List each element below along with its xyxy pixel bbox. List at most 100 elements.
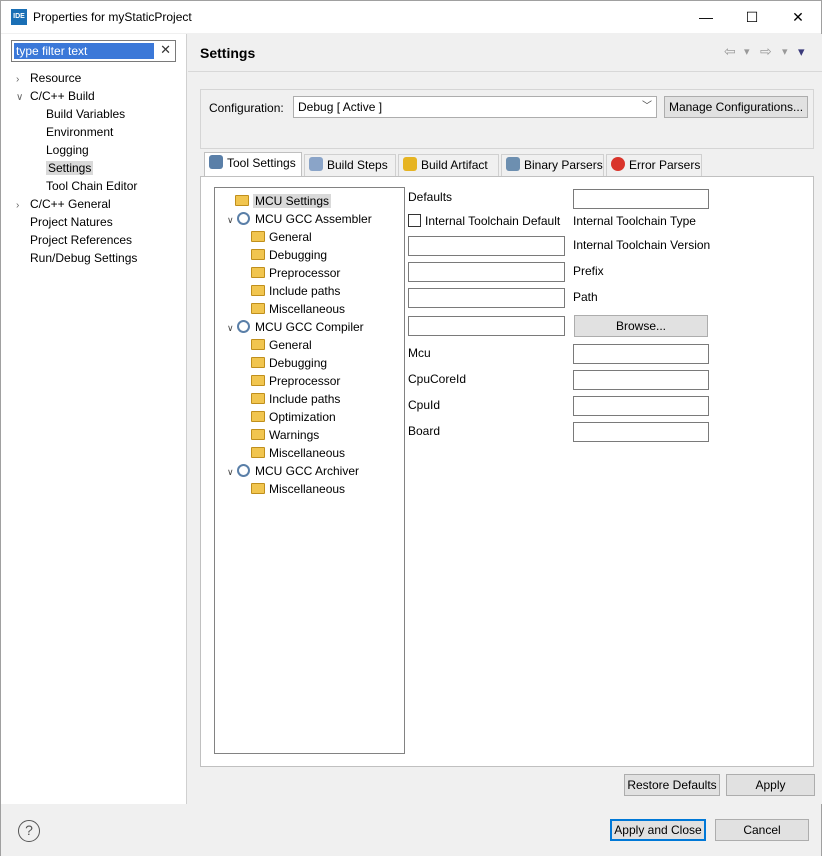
settings-page: Settings ⇦ ▾ ⇨ ▾ ▾ Configuration: Debug … — [188, 34, 822, 804]
nav-item[interactable]: Logging — [46, 141, 89, 159]
configuration-value: Debug [ Active ] — [298, 100, 383, 114]
tree-node[interactable]: Debugging — [251, 354, 327, 372]
nav-item[interactable]: Tool Chain Editor — [46, 177, 137, 195]
manage-configurations-button[interactable]: Manage Configurations... — [664, 96, 808, 118]
tree-node[interactable]: ∨ MCU GCC Compiler — [227, 318, 364, 336]
tree-node[interactable]: Warnings — [251, 426, 319, 444]
chevron-down-icon: ﹀ — [642, 101, 652, 112]
help-icon[interactable]: ? — [18, 820, 40, 842]
tree-node[interactable]: Preprocessor — [251, 264, 340, 282]
filter-input[interactable] — [14, 43, 154, 59]
tree-node[interactable]: MCU Settings — [235, 192, 332, 210]
board-label: Board — [408, 424, 441, 438]
prefix-field[interactable] — [408, 262, 565, 282]
tree-node[interactable]: ∨ MCU GCC Archiver — [227, 462, 359, 480]
tab-tool-settings[interactable]: Tool Settings — [204, 152, 302, 176]
tree-node-label: Include paths — [269, 392, 341, 406]
defaults-field[interactable] — [573, 189, 709, 209]
mcu-label: Mcu — [408, 346, 431, 360]
nav-item[interactable]: Build Variables — [46, 105, 125, 123]
internal-toolchain-default-checkbox[interactable] — [408, 214, 421, 227]
tree-node[interactable]: Miscellaneous — [251, 480, 345, 498]
back-arrow-icon[interactable]: ⇦ — [724, 43, 736, 60]
tool-gear-icon — [237, 320, 250, 333]
path-field[interactable] — [408, 288, 565, 308]
internal-toolchain-version-field[interactable] — [408, 236, 565, 256]
cpuid-field[interactable] — [573, 396, 709, 416]
tree-node-label: General — [269, 338, 312, 352]
tree-node-label: MCU Settings — [253, 194, 332, 208]
view-menu-icon[interactable]: ▾ — [798, 44, 805, 60]
nav-item[interactable]: › Resource — [16, 69, 81, 87]
apply-button[interactable]: Apply — [726, 774, 815, 796]
tab-label: Binary Parsers — [524, 158, 603, 172]
nav-item[interactable]: › C/C++ General — [16, 195, 111, 213]
option-folder-icon — [251, 483, 265, 494]
maximize-button[interactable]: ☐ — [729, 1, 775, 33]
mcu-field[interactable] — [573, 344, 709, 364]
title-bar: IDE Properties for myStaticProject — ☐ ✕ — [1, 1, 821, 33]
browse-button[interactable]: Browse... — [574, 315, 708, 337]
tree-node[interactable]: General — [251, 336, 312, 354]
tree-node-label: Preprocessor — [269, 374, 341, 388]
option-folder-icon — [251, 447, 265, 458]
cpucoreid-field[interactable] — [573, 370, 709, 390]
board-field[interactable] — [573, 422, 709, 442]
nav-item[interactable]: Project References — [16, 231, 132, 249]
path-label: Path — [573, 290, 598, 304]
nav-item-label: Build Variables — [46, 107, 126, 121]
internal-default-checkbox-row[interactable]: Internal Toolchain Default — [408, 214, 560, 228]
tree-node[interactable]: General — [251, 228, 312, 246]
tree-node-label: Include paths — [269, 284, 341, 298]
chevron-down-icon[interactable]: ∨ — [227, 319, 237, 337]
tree-node[interactable]: Include paths — [251, 282, 340, 300]
option-folder-icon — [251, 267, 265, 278]
chevron-down-icon[interactable]: ∨ — [16, 89, 30, 107]
restore-defaults-button[interactable]: Restore Defaults — [624, 774, 720, 796]
nav-item-label: Settings — [46, 161, 94, 175]
chevron-down-icon[interactable]: ∨ — [227, 463, 237, 481]
tab-label: Build Artifact — [421, 158, 488, 172]
header-divider — [188, 71, 822, 72]
tree-node[interactable]: ∨ MCU GCC Assembler — [227, 210, 372, 228]
close-button[interactable]: ✕ — [775, 1, 821, 33]
tree-node-label: Preprocessor — [269, 266, 341, 280]
tree-node-label: Miscellaneous — [269, 482, 346, 496]
tab-build-artifact[interactable]: Build Artifact — [398, 154, 499, 176]
nav-item-label: Environment — [46, 125, 114, 139]
property-nav-pane: ✕ ›Resource∨C/C++ Build Build Variables En… — [1, 34, 187, 804]
minimize-button[interactable]: — — [683, 1, 729, 33]
option-folder-icon — [251, 303, 265, 314]
tree-node[interactable]: Preprocessor — [251, 372, 340, 390]
tab-build-steps[interactable]: Build Steps — [304, 154, 396, 176]
chevron-down-icon[interactable]: ∨ — [227, 211, 237, 229]
tool-gear-icon — [237, 464, 250, 477]
apply-and-close-button[interactable]: Apply and Close — [610, 819, 706, 841]
back-history-chevron-icon[interactable]: ▾ — [744, 45, 750, 58]
option-folder-icon — [251, 375, 265, 386]
tree-node[interactable]: Miscellaneous — [251, 300, 345, 318]
tab-error-parsers[interactable]: Error Parsers — [606, 154, 702, 176]
browse-path-field[interactable] — [408, 316, 565, 336]
nav-item[interactable]: ∨ C/C++ Build — [16, 87, 95, 105]
tree-node[interactable]: Miscellaneous — [251, 444, 345, 462]
page-title: Settings — [200, 45, 256, 61]
tree-node[interactable]: Debugging — [251, 246, 327, 264]
clear-filter-icon[interactable]: ✕ — [160, 42, 171, 58]
internal-toolchain-version-label: Internal Toolchain Version — [573, 238, 711, 252]
tab-binary-parsers[interactable]: Binary Parsers — [501, 154, 604, 176]
binary-icon — [506, 157, 520, 171]
filter-box: ✕ — [11, 40, 176, 62]
tree-node[interactable]: Include paths — [251, 390, 340, 408]
configuration-select[interactable]: Debug [ Active ] ﹀ — [293, 96, 657, 118]
nav-item[interactable]: Environment — [46, 123, 113, 141]
option-folder-icon — [251, 339, 265, 350]
nav-item[interactable]: Run/Debug Settings — [16, 249, 137, 267]
tool-gear-icon — [237, 212, 250, 225]
forward-arrow-icon[interactable]: ⇨ — [760, 43, 772, 60]
tree-node[interactable]: Optimization — [251, 408, 336, 426]
nav-item[interactable]: Project Natures — [16, 213, 113, 231]
forward-history-chevron-icon[interactable]: ▾ — [782, 45, 788, 58]
nav-item[interactable]: Settings — [46, 159, 94, 177]
cancel-button[interactable]: Cancel — [715, 819, 809, 841]
